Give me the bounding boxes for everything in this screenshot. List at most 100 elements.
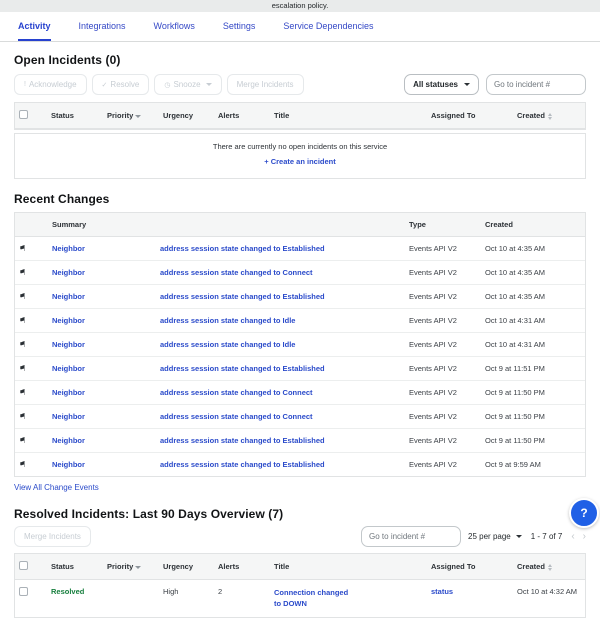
open-incidents-toolbar: ! Acknowledge ✓ Resolve ◷ Snooze Merge I…	[14, 74, 586, 95]
change-created: Oct 10 at 4:35 AM	[481, 284, 585, 309]
change-summary-link[interactable]: address session state changed to Establi…	[160, 460, 325, 469]
recent-changes-title: Recent Changes	[14, 192, 110, 206]
merge-incidents-button[interactable]: Merge Incidents	[14, 526, 91, 547]
flag-icon: ⚑	[19, 436, 27, 445]
sort-icon	[547, 563, 552, 571]
column-priority[interactable]: Priority	[103, 554, 159, 580]
change-summary-link[interactable]: address session state changed to Idle	[160, 316, 295, 325]
priority-cell	[103, 580, 159, 617]
pager-range: 1 - 7 of 7	[530, 532, 563, 541]
acknowledge-button[interactable]: ! Acknowledge	[14, 74, 87, 95]
change-actor-link[interactable]: Neighbor	[52, 292, 85, 301]
sort-caret-icon	[135, 114, 142, 118]
change-summary-link[interactable]: address session state changed to Connect	[160, 268, 313, 277]
resolve-button[interactable]: ✓ Resolve	[91, 74, 150, 95]
help-button[interactable]: ?	[569, 498, 599, 528]
change-row: ⚑ Neighbor address session state changed…	[15, 308, 585, 333]
recent-changes-table: Summary Type Created ⚑ Neighbor address …	[14, 212, 586, 477]
chevron-right-icon[interactable]: ›	[583, 531, 586, 542]
change-created: Oct 10 at 4:35 AM	[481, 236, 585, 261]
tab[interactable]: Settings	[223, 21, 256, 41]
change-actor-link[interactable]: Neighbor	[52, 316, 85, 325]
column-assigned-to[interactable]: Assigned To	[427, 554, 513, 580]
change-summary-link[interactable]: address session state changed to Connect	[160, 412, 313, 421]
per-page-dropdown[interactable]: 25 per page	[468, 532, 522, 541]
resolved-incidents-body: Resolved High 2 Connection changed to DO…	[15, 580, 585, 617]
column-alerts[interactable]: Alerts	[214, 554, 270, 580]
snooze-button[interactable]: ◷ Snooze	[154, 74, 222, 95]
change-summary-link[interactable]: address session state changed to Connect	[160, 388, 313, 397]
incident-title-link[interactable]: Connection changed to DOWN	[274, 587, 352, 610]
column-alerts[interactable]: Alerts	[214, 103, 270, 129]
tab[interactable]: Activity	[18, 21, 51, 41]
change-summary-link[interactable]: address session state changed to Establi…	[160, 292, 325, 301]
change-summary-link[interactable]: address session state changed to Establi…	[160, 436, 325, 445]
column-status[interactable]: Status	[47, 554, 103, 580]
change-summary-link[interactable]: address session state changed to Establi…	[160, 244, 325, 253]
flag-icon: ⚑	[19, 364, 27, 373]
change-actor-link[interactable]: Neighbor	[52, 268, 85, 277]
change-row: ⚑ Neighbor address session state changed…	[15, 332, 585, 357]
status-badge: Resolved	[51, 587, 85, 596]
chevron-down-icon	[464, 83, 470, 86]
change-actor-link[interactable]: Neighbor	[52, 460, 85, 469]
column-urgency[interactable]: Urgency	[159, 103, 214, 129]
alerts-cell: 2	[218, 587, 223, 596]
open-incidents-filters: All statuses	[404, 74, 586, 95]
change-actor-link[interactable]: Neighbor	[52, 388, 85, 397]
column-summary: Summary	[48, 213, 156, 237]
column-urgency[interactable]: Urgency	[159, 554, 214, 580]
clock-icon: ◷	[164, 81, 171, 89]
flag-icon: ⚑	[19, 340, 27, 349]
change-created: Oct 9 at 11:50 PM	[481, 404, 585, 429]
tab[interactable]: Integrations	[79, 21, 126, 41]
recent-changes-header-row: Summary Type Created	[15, 213, 585, 237]
change-actor-link[interactable]: Neighbor	[52, 364, 85, 373]
select-all-checkbox[interactable]	[19, 110, 28, 119]
column-created[interactable]: Created	[513, 103, 585, 129]
flag-icon: ⚑	[19, 316, 27, 325]
column-status[interactable]: Status	[47, 103, 103, 129]
tab[interactable]: Workflows	[154, 21, 195, 41]
change-actor-link[interactable]: Neighbor	[52, 412, 85, 421]
assigned-to-link[interactable]: status	[431, 587, 453, 596]
column-created[interactable]: Created	[513, 554, 585, 580]
chevron-left-icon[interactable]: ‹	[571, 531, 574, 542]
all-statuses-dropdown[interactable]: All statuses	[404, 74, 479, 95]
open-incidents-title: Open Incidents (0)	[14, 53, 121, 67]
goto-incident-input[interactable]	[361, 526, 462, 547]
change-row: ⚑ Neighbor address session state changed…	[15, 236, 585, 261]
open-incidents-header-row: Status Priority Urgency Alerts Title Ass…	[15, 103, 585, 129]
sort-caret-icon	[135, 565, 142, 569]
change-actor-link[interactable]: Neighbor	[52, 340, 85, 349]
column-priority[interactable]: Priority	[103, 103, 159, 129]
change-summary-link[interactable]: address session state changed to Idle	[160, 340, 295, 349]
create-incident-link[interactable]: + Create an incident	[264, 157, 335, 166]
pager: 25 per page 1 - 7 of 7 ‹ ›	[468, 531, 586, 542]
view-all-change-events-link[interactable]: View All Change Events	[14, 483, 99, 492]
column-assigned-to[interactable]: Assigned To	[427, 103, 513, 129]
select-all-checkbox[interactable]	[19, 561, 28, 570]
flag-icon: ⚑	[19, 244, 27, 253]
column-title[interactable]: Title	[270, 103, 427, 129]
change-actor-link[interactable]: Neighbor	[52, 244, 85, 253]
merge-incidents-button[interactable]: Merge Incidents	[226, 74, 304, 95]
column-title[interactable]: Title	[270, 554, 427, 580]
resolved-pagination-controls: 25 per page 1 - 7 of 7 ‹ ›	[361, 526, 586, 547]
change-row: ⚑ Neighbor address session state changed…	[15, 453, 585, 477]
sort-icon	[547, 112, 552, 120]
change-actor-link[interactable]: Neighbor	[52, 436, 85, 445]
resolved-incidents-toolbar: Merge Incidents 25 per page 1 - 7 of 7 ‹…	[14, 526, 586, 547]
change-created: Oct 9 at 11:50 PM	[481, 428, 585, 453]
empty-message: There are currently no open incidents on…	[212, 142, 388, 151]
change-row: ⚑ Neighbor address session state changed…	[15, 404, 585, 429]
goto-incident-input[interactable]	[486, 74, 586, 95]
created-cell: Oct 10 at 4:32 AM	[517, 587, 578, 596]
resolved-incidents-title: Resolved Incidents: Last 90 Days Overvie…	[14, 507, 284, 521]
change-summary-link[interactable]: address session state changed to Establi…	[160, 364, 325, 373]
change-created: Oct 10 at 4:31 AM	[481, 308, 585, 333]
urgency-cell: High	[163, 587, 179, 596]
recent-changes-body: ⚑ Neighbor address session state changed…	[15, 236, 585, 477]
row-checkbox[interactable]	[19, 587, 28, 596]
tab[interactable]: Service Dependencies	[283, 21, 373, 41]
